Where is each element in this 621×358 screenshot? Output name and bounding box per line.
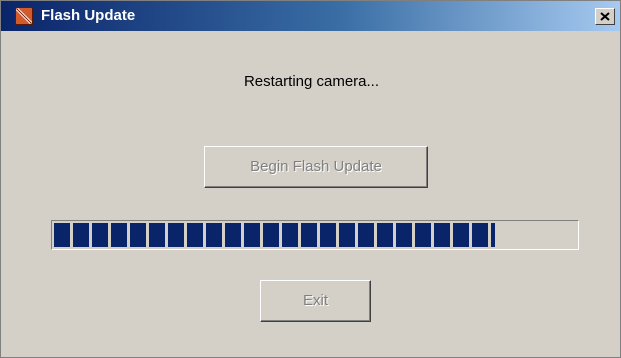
close-icon — [600, 12, 610, 21]
close-button[interactable] — [595, 8, 615, 25]
progress-bar — [51, 220, 579, 250]
title-bar[interactable]: Flash Update — [1, 1, 620, 31]
flash-app-icon — [15, 7, 33, 25]
flash-update-dialog: Flash Update Restarting camera... Begin … — [0, 0, 621, 358]
begin-flash-update-button[interactable]: Begin Flash Update — [204, 146, 428, 188]
window-title: Flash Update — [41, 7, 136, 24]
status-message: Restarting camera... — [243, 73, 380, 90]
progress-bar-fill — [54, 223, 495, 247]
exit-button[interactable]: Exit — [260, 280, 371, 322]
